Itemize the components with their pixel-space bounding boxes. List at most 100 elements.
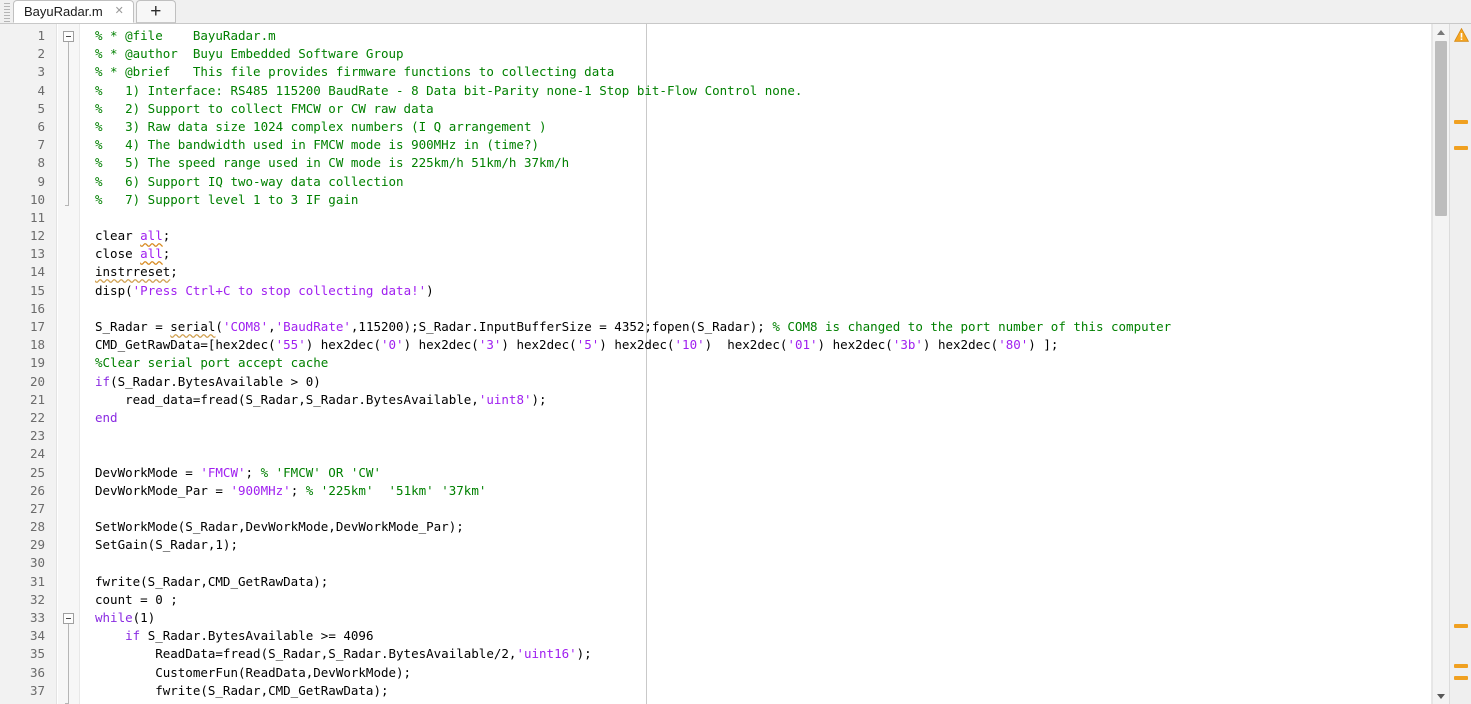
code-line[interactable]: fwrite(S_Radar,CMD_GetRawData); [81, 573, 1425, 591]
editor-window: BayuRadar.m ✕ + 1 2 3 4 5 6 7 8 9 10 11 12 13 14 15 16 1… [0, 0, 1471, 704]
marker-tick[interactable] [1454, 664, 1468, 668]
line-number: 27 [29, 500, 45, 516]
code-line[interactable]: % 3) Raw data size 1024 complex numbers … [81, 118, 1425, 136]
line-number: 2 [37, 46, 45, 62]
code-line[interactable]: count = 0; [81, 700, 1425, 704]
code-line[interactable]: if(S_Radar.BytesAvailable > 0) [81, 373, 1425, 391]
drag-grip-icon[interactable] [1, 1, 13, 23]
line-number: 12 [29, 228, 45, 244]
line-number: 24 [29, 446, 45, 462]
line-number: 30 [29, 555, 45, 571]
code-line[interactable]: SetWorkMode(S_Radar,DevWorkMode,DevWorkM… [81, 518, 1425, 536]
tab-bar: BayuRadar.m ✕ + [0, 0, 1471, 24]
new-tab-button[interactable]: + [135, 0, 176, 23]
line-number: 6 [37, 118, 45, 134]
warning-icon[interactable] [1453, 27, 1470, 42]
line-number: 4 [37, 82, 45, 98]
scroll-up-icon[interactable] [1433, 24, 1449, 40]
marker-tick[interactable] [1454, 624, 1468, 628]
code-line[interactable]: end [81, 409, 1425, 427]
line-number: 34 [29, 628, 45, 644]
line-number: 1 [37, 28, 45, 43]
line-number: 21 [29, 391, 45, 407]
fold-range-line-1 [65, 42, 69, 206]
line-number: 15 [29, 282, 45, 298]
code-line[interactable] [81, 300, 1425, 318]
line-number: 26 [29, 482, 45, 498]
code-line[interactable]: DevWorkMode_Par = '900MHz'; % '225km' '5… [81, 482, 1425, 500]
code-line[interactable]: % * @author Buyu Embedded Software Group [81, 45, 1425, 63]
line-number: 33 [29, 610, 45, 625]
code-line[interactable]: %Clear serial port accept cache [81, 354, 1425, 372]
code-line[interactable]: CMD_GetRawData=[hex2dec('55') hex2dec('0… [81, 336, 1425, 354]
line-number-list: 1 2 3 4 5 6 7 8 9 10 11 12 13 14 15 16 17 18 19 20 21 22 23 24 2… [0, 27, 56, 704]
code-line[interactable] [81, 427, 1425, 445]
line-number: 25 [29, 464, 45, 480]
code-line[interactable]: S_Radar = serial('COM8','BaudRate',11520… [81, 318, 1425, 336]
line-number: 13 [29, 246, 45, 262]
code-editor[interactable]: 1 2 3 4 5 6 7 8 9 10 11 12 13 14 15 16 17 18 19 20 21 22 23 24 2… [0, 24, 1471, 704]
code-line[interactable]: SetGain(S_Radar,1); [81, 536, 1425, 554]
line-number: 36 [29, 664, 45, 680]
line-number: 3 [37, 64, 45, 80]
code-line[interactable]: DevWorkMode = 'FMCW'; % 'FMCW' OR 'CW' [81, 464, 1425, 482]
line-number: 20 [29, 373, 45, 389]
code-line[interactable]: % 7) Support level 1 to 3 IF gain [81, 191, 1425, 209]
line-number: 14 [29, 264, 45, 280]
close-icon[interactable]: ✕ [113, 5, 126, 18]
line-number: 28 [29, 519, 45, 535]
fold-toggle-line-33[interactable] [63, 613, 74, 624]
fold-toggle-line-1[interactable] [63, 31, 74, 42]
line-number: 19 [29, 355, 45, 371]
line-number: 32 [29, 591, 45, 607]
line-number: 8 [37, 155, 45, 171]
line-number: 17 [29, 319, 45, 334]
code-line[interactable]: disp('Press Ctrl+C to stop collecting da… [81, 282, 1425, 300]
scrollbar-thumb[interactable] [1435, 41, 1447, 216]
line-number: 38 [0, 700, 56, 704]
code-line[interactable] [81, 445, 1425, 463]
marker-tick[interactable] [1454, 676, 1468, 680]
code-line[interactable]: if S_Radar.BytesAvailable >= 4096 [81, 627, 1425, 645]
tab-label: BayuRadar.m [24, 4, 103, 19]
code-line[interactable]: close all; [81, 245, 1425, 263]
line-number: 37 [29, 682, 45, 698]
line-number: 23 [29, 428, 45, 444]
code-line[interactable]: % * @file BayuRadar.m [81, 27, 1425, 45]
code-line[interactable] [81, 209, 1425, 227]
code-folding-gutter[interactable] [58, 24, 80, 704]
code-line[interactable]: ReadData=fread(S_Radar,S_Radar.BytesAvai… [81, 645, 1425, 663]
code-line[interactable]: % 6) Support IQ two-way data collection [81, 173, 1425, 191]
scroll-down-icon[interactable] [1433, 688, 1449, 704]
code-line[interactable]: while(1) [81, 609, 1425, 627]
code-line[interactable]: fwrite(S_Radar,CMD_GetRawData); [81, 682, 1425, 700]
code-line[interactable]: % * @brief This file provides firmware f… [81, 63, 1425, 81]
line-number: 5 [37, 100, 45, 116]
code-line[interactable]: read_data=fread(S_Radar,S_Radar.BytesAva… [81, 391, 1425, 409]
line-number: 11 [29, 209, 45, 225]
code-line[interactable]: count = 0 ; [81, 591, 1425, 609]
line-number: 16 [29, 300, 45, 316]
vertical-scrollbar[interactable] [1432, 24, 1449, 704]
code-line[interactable]: % 2) Support to collect FMCW or CW raw d… [81, 100, 1425, 118]
marker-tick[interactable] [1454, 146, 1468, 150]
code-line[interactable]: clear all; [81, 227, 1425, 245]
marker-gutter[interactable] [1449, 24, 1471, 704]
code-line[interactable]: instrreset; [81, 263, 1425, 281]
marker-tick[interactable] [1454, 120, 1468, 124]
code-line[interactable] [81, 554, 1425, 572]
line-number: 35 [29, 646, 45, 662]
line-number: 9 [37, 173, 45, 189]
code-line[interactable] [81, 500, 1425, 518]
line-number: 18 [29, 337, 45, 353]
line-number: 7 [37, 137, 45, 153]
code-surface[interactable]: % * @file BayuRadar.m% * @author Buyu Em… [81, 24, 1425, 704]
code-line[interactable]: % 1) Interface: RS485 115200 BaudRate - … [81, 82, 1425, 100]
code-line[interactable]: % 5) The speed range used in CW mode is … [81, 154, 1425, 172]
line-number: 10 [29, 191, 45, 207]
fold-range-line-33 [65, 624, 69, 704]
line-number-gutter: 1 2 3 4 5 6 7 8 9 10 11 12 13 14 15 16 17 18 19 20 21 22 23 24 2… [0, 24, 57, 704]
code-line[interactable]: CustomerFun(ReadData,DevWorkMode); [81, 664, 1425, 682]
tab-bayuradar-m[interactable]: BayuRadar.m ✕ [13, 0, 134, 23]
code-line[interactable]: % 4) The bandwidth used in FMCW mode is … [81, 136, 1425, 154]
